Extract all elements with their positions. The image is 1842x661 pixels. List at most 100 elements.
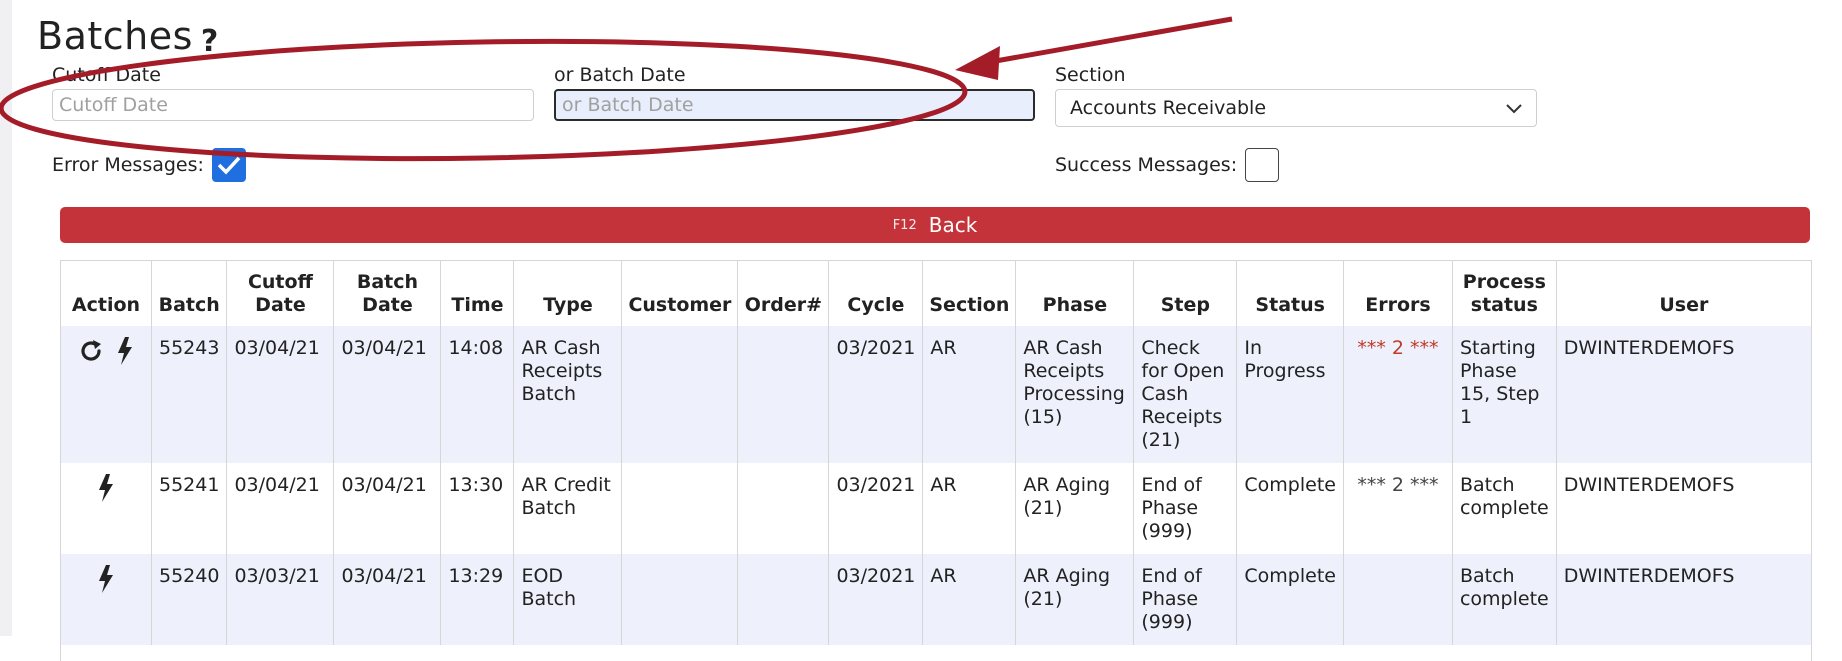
cell-cycle: 03/2021 [828,463,924,554]
cell-errors: *** 2 *** [1343,326,1453,463]
table-row: 55243 03/04/21 03/04/21 14:08 AR Cash Receip… [61,326,1811,463]
lightning-icon[interactable] [97,474,115,502]
cell-action [61,463,152,554]
cell-time: 14:08 [440,326,515,463]
cell-user: DWINTERDEMOFS [1556,554,1811,645]
cell-batch: 55240 [151,554,228,645]
batch-date-input[interactable] [554,89,1035,121]
cell-section: AR [922,554,1017,645]
checkmark-icon [217,156,241,175]
cell-user: DWINTERDEMOFS [1556,326,1811,463]
success-messages-checkbox[interactable] [1245,148,1280,182]
cell-customer [621,554,739,645]
cell-customer [621,463,739,554]
table-row: 55240 03/03/21 03/04/21 13:29 EOD Batch 03/20… [61,554,1811,645]
section-select-value: Accounts Receivable [1070,97,1267,119]
error-messages-label: Error Messages: [52,154,204,176]
error-messages-checkbox[interactable] [211,148,246,182]
table-row: 55241 03/04/21 03/04/21 13:30 AR Credit Batc… [61,463,1811,554]
cutoff-date-input[interactable] [52,89,534,121]
col-header-phase[interactable]: Phase [1015,261,1135,326]
col-header-section[interactable]: Section [922,261,1017,326]
section-select[interactable]: Accounts Receivable [1055,89,1537,127]
batch-date-label: or Batch Date [554,64,686,86]
col-header-batch-date[interactable]: Batch Date [333,261,442,326]
col-header-customer[interactable]: Customer [621,261,739,326]
cell-order [737,554,830,645]
cutoff-date-field: Cutoff Date [52,64,534,121]
cell-errors: *** 2 *** [1343,463,1453,554]
col-header-cycle[interactable]: Cycle [828,261,924,326]
cell-order [737,326,830,463]
cell-status: Complete [1236,463,1344,554]
batches-table-wrapper: Action Batch Cutoff Date Batch Date Time… [60,260,1812,661]
section-label: Section [1055,64,1126,86]
cell-type: AR Cash Receipts Batch [513,326,623,463]
col-header-status[interactable]: Status [1236,261,1344,326]
back-shortcut-key: F12 [892,217,917,233]
cell-order [737,463,830,554]
cell-batch-date: 03/04/21 [333,554,442,645]
cell-action [61,554,152,645]
cell-customer [621,326,739,463]
left-edge-strip [0,0,12,636]
batches-page: Batches? Cutoff Date or Batch Date Secti… [37,0,1817,661]
success-messages-row: Success Messages: [1055,148,1280,182]
cell-phase: AR Aging (21) [1015,463,1135,554]
cell-step: End of Phase (999) [1133,463,1238,554]
cell-process-status: Starting Phase 15, Step 1 [1452,326,1557,463]
chevron-down-icon [1506,99,1522,118]
cell-action [61,326,152,463]
cell-cutoff-date: 03/04/21 [226,463,335,554]
cell-type: EOD Batch [513,554,623,645]
table-header-row: Action Batch Cutoff Date Batch Date Time… [61,261,1811,326]
help-icon[interactable]: ? [201,24,219,59]
page-title-text: Batches [37,14,193,58]
col-header-step[interactable]: Step [1133,261,1238,326]
cell-time: 13:29 [440,554,515,645]
cell-section: AR [922,326,1017,463]
cell-step: End of Phase (999) [1133,554,1238,645]
error-messages-row: Error Messages: [52,148,246,182]
cell-process-status: Batch complete [1452,554,1557,645]
lightning-icon[interactable] [97,565,115,593]
col-header-order[interactable]: Order# [737,261,830,326]
cell-batch: 55243 [151,326,228,463]
batches-table: Action Batch Cutoff Date Batch Date Time… [61,261,1811,645]
cell-batch-date: 03/04/21 [333,463,442,554]
cell-cycle: 03/2021 [828,554,924,645]
cell-phase: AR Cash Receipts Processing (15) [1015,326,1135,463]
page-title: Batches? [37,14,219,59]
cell-section: AR [922,463,1017,554]
col-header-user[interactable]: User [1556,261,1811,326]
back-button[interactable]: F12 Back [60,207,1810,243]
cell-cycle: 03/2021 [828,326,924,463]
cell-batch-date: 03/04/21 [333,326,442,463]
cell-errors [1343,554,1453,645]
back-button-label: Back [928,213,978,237]
cell-phase: AR Aging (21) [1015,554,1135,645]
cell-status: Complete [1236,554,1344,645]
success-messages-label: Success Messages: [1055,154,1238,176]
col-header-type[interactable]: Type [513,261,623,326]
batch-date-field: or Batch Date [554,64,1035,121]
cell-time: 13:30 [440,463,515,554]
cell-step: Check for Open Cash Receipts (21) [1133,326,1238,463]
lightning-icon[interactable] [116,337,134,365]
col-header-cutoff-date[interactable]: Cutoff Date [226,261,335,326]
col-header-batch[interactable]: Batch [151,261,228,326]
cell-type: AR Credit Batch [513,463,623,554]
cell-status: In Progress [1236,326,1344,463]
cell-cutoff-date: 03/04/21 [226,326,335,463]
col-header-time[interactable]: Time [440,261,515,326]
cell-cutoff-date: 03/03/21 [226,554,335,645]
cell-batch: 55241 [151,463,228,554]
cutoff-date-label: Cutoff Date [52,64,161,86]
cell-process-status: Batch complete [1452,463,1557,554]
section-field: Section Accounts Receivable [1055,64,1537,127]
cell-user: DWINTERDEMOFS [1556,463,1811,554]
col-header-errors[interactable]: Errors [1343,261,1453,326]
col-header-process-status[interactable]: Process status [1452,261,1557,326]
col-header-action[interactable]: Action [61,261,152,326]
refresh-icon[interactable] [78,340,104,362]
